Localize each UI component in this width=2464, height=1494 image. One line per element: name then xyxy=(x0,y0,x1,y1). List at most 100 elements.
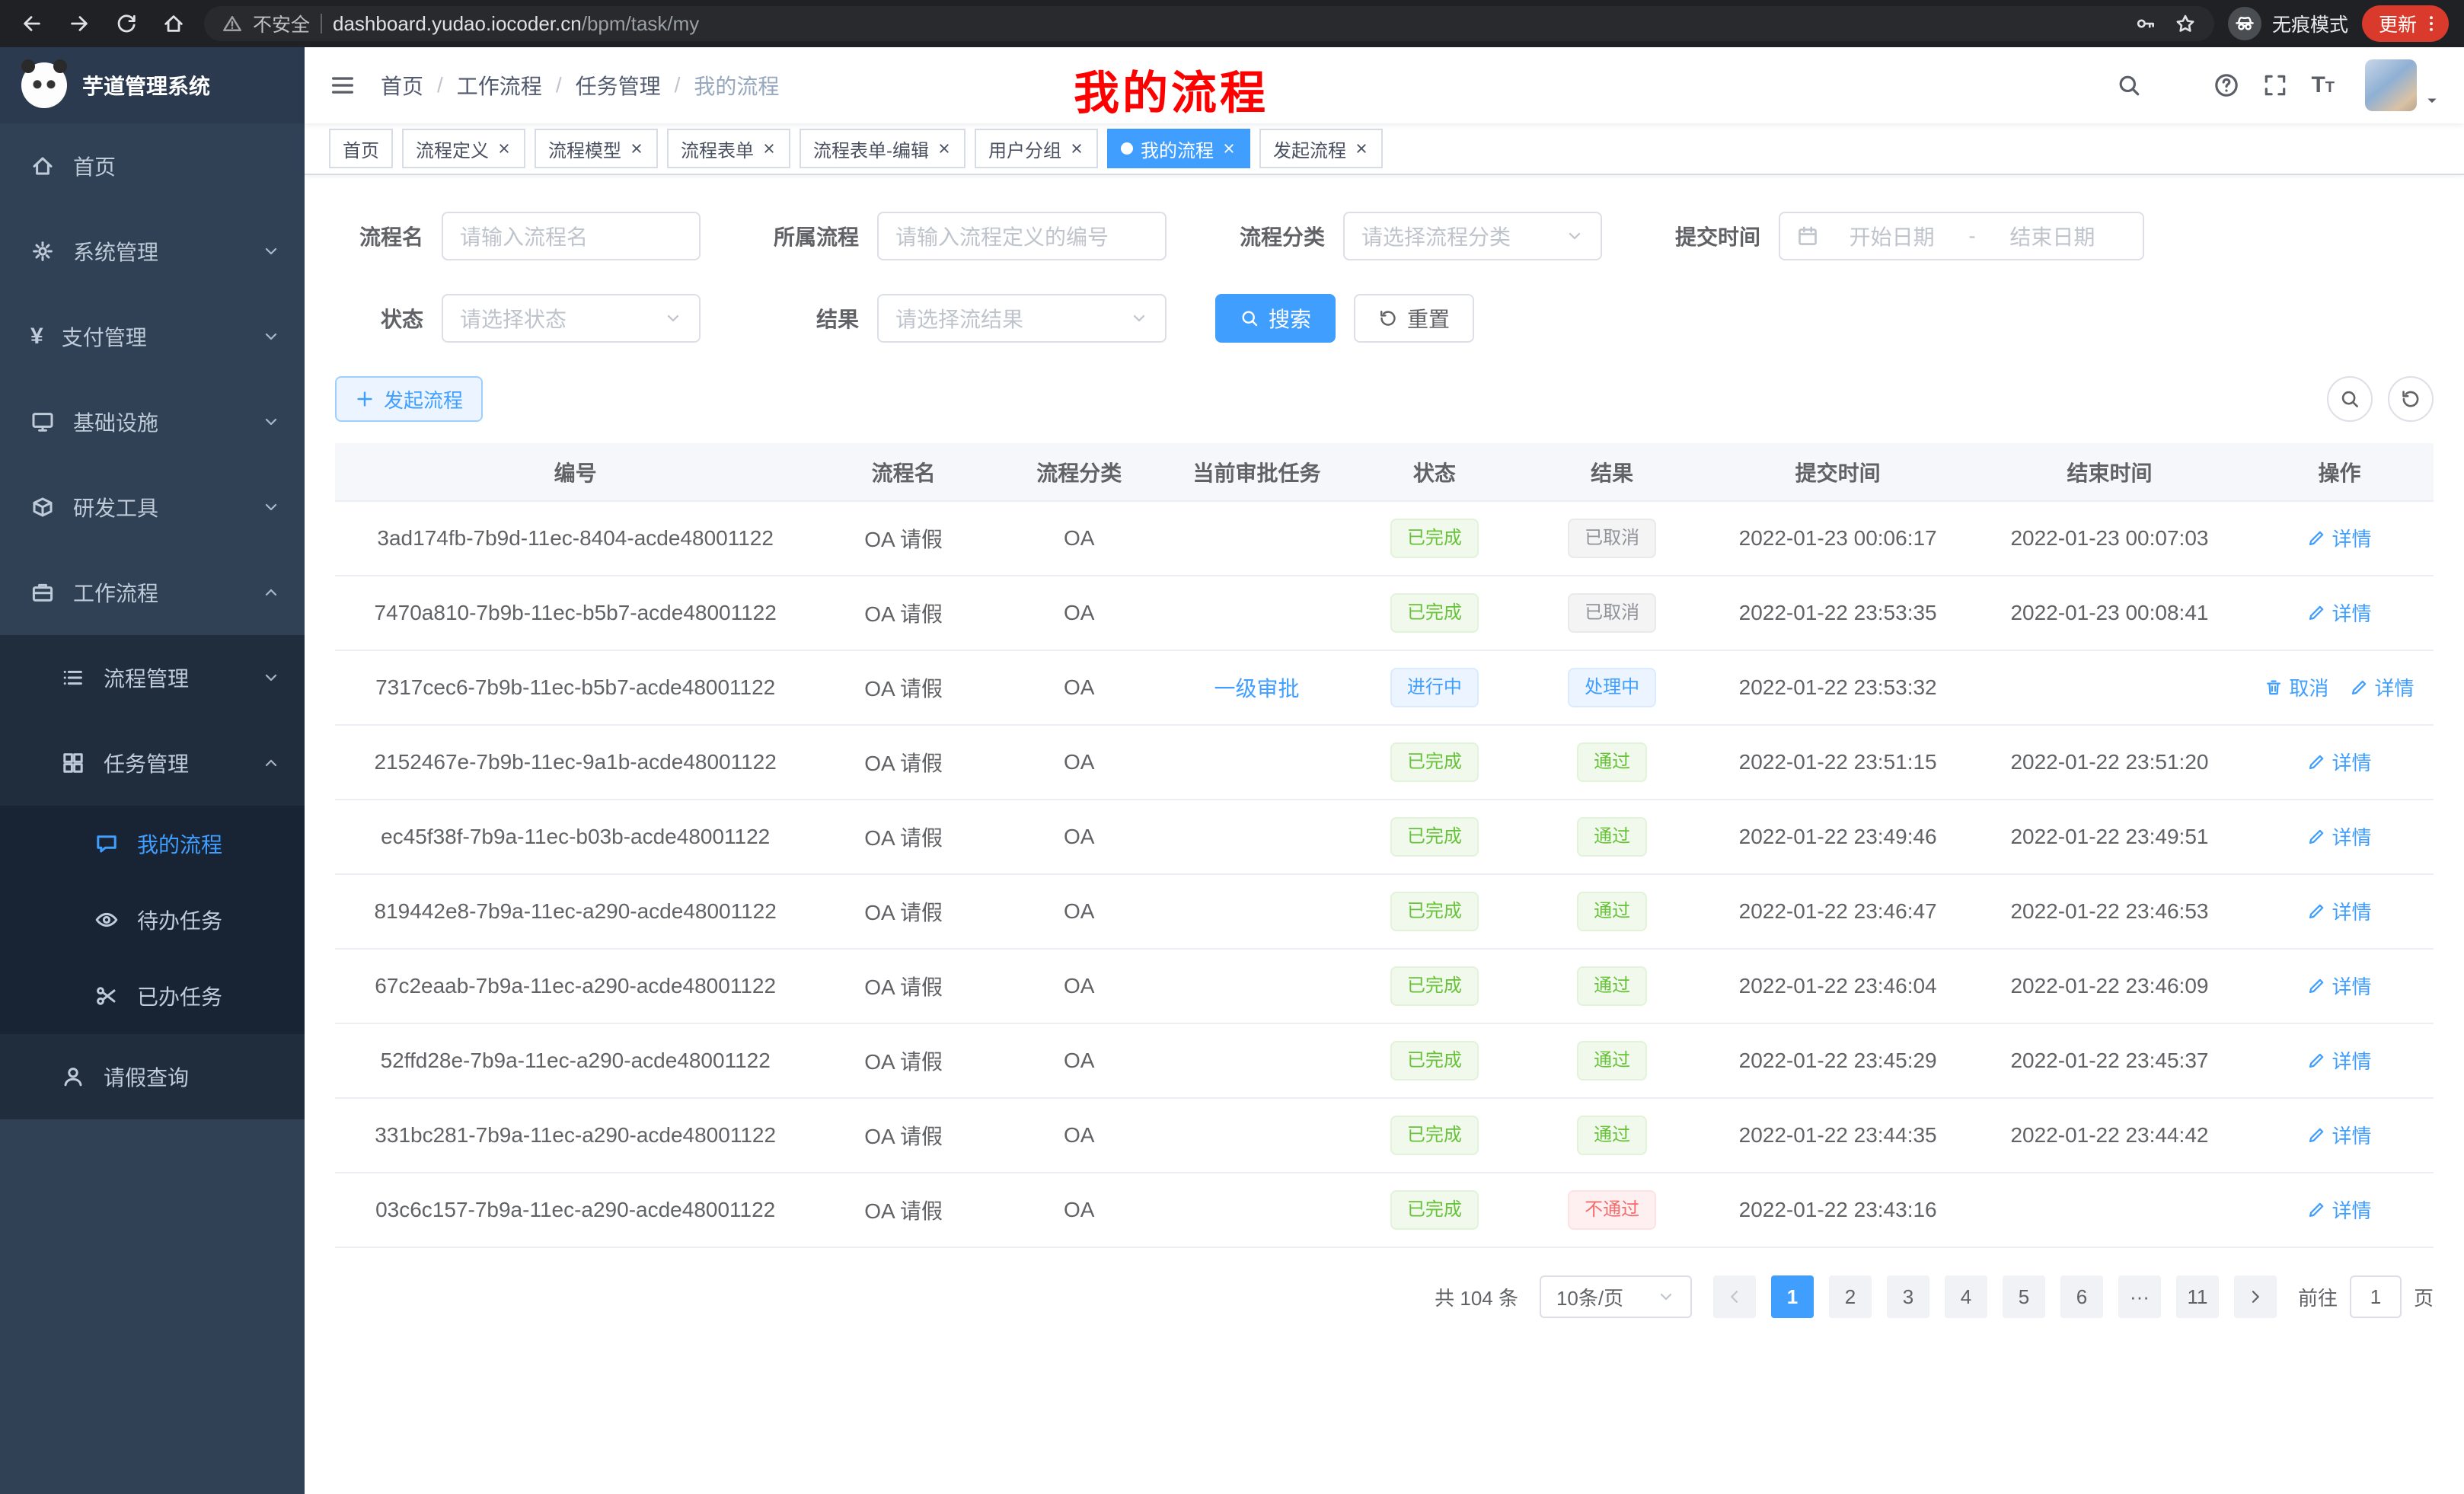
view-tab[interactable]: 流程模型 xyxy=(535,129,658,168)
view-tab[interactable]: 用户分组 xyxy=(975,129,1098,168)
breadcrumb-item[interactable]: 任务管理 xyxy=(576,70,661,101)
page-button[interactable]: 6 xyxy=(2060,1275,2103,1318)
action-detail-link[interactable]: 详情 xyxy=(2307,1196,2371,1224)
action-detail-link[interactable]: 详情 xyxy=(2307,897,2371,925)
forward-icon[interactable] xyxy=(62,7,96,40)
current-task-link[interactable]: 一级审批 xyxy=(1214,677,1300,701)
plus-icon xyxy=(355,389,375,409)
result-tag: 通过 xyxy=(1577,817,1647,857)
refresh-table-button[interactable] xyxy=(2388,376,2434,422)
close-tab-icon[interactable] xyxy=(1069,141,1084,156)
view-tab[interactable]: 流程定义 xyxy=(402,129,525,168)
action-detail-link[interactable]: 详情 xyxy=(2307,748,2371,776)
sidebar-item-label: 支付管理 xyxy=(62,321,147,352)
sidebar-item[interactable]: 系统管理 xyxy=(0,209,305,294)
fullscreen-icon[interactable] xyxy=(2262,72,2288,98)
sidebar-item[interactable]: 待办任务 xyxy=(0,882,305,958)
close-tab-icon[interactable] xyxy=(629,141,644,156)
search-icon[interactable] xyxy=(2116,72,2142,98)
menu-dots-icon[interactable] xyxy=(2421,14,2441,34)
help-icon[interactable] xyxy=(2213,72,2239,98)
sidebar-item[interactable]: 已办任务 xyxy=(0,958,305,1034)
close-tab-icon[interactable] xyxy=(1354,141,1369,156)
page-button[interactable]: 11 xyxy=(2176,1275,2219,1318)
page-size-select[interactable]: 10条/页 xyxy=(1540,1275,1692,1318)
page-button[interactable]: 4 xyxy=(1945,1275,1987,1318)
action-detail-link[interactable]: 详情 xyxy=(2307,599,2371,627)
breadcrumb-item[interactable]: 工作流程 xyxy=(457,70,542,101)
breadcrumb-item[interactable]: 首页 xyxy=(381,70,423,101)
reload-icon[interactable] xyxy=(110,7,143,40)
next-page-button[interactable] xyxy=(2234,1275,2277,1318)
home-icon[interactable] xyxy=(157,7,190,40)
cell-end-time: 2022-01-23 00:08:41 xyxy=(1974,576,2245,650)
range-separator: - xyxy=(1965,224,1978,248)
action-detail-link[interactable]: 详情 xyxy=(2307,1046,2371,1074)
address-bar[interactable]: 不安全 dashboard.yudao.iocoder.cn/bpm/task/… xyxy=(204,6,2214,41)
process-name-input[interactable]: 请输入流程名 xyxy=(442,212,701,260)
app: 芋道管理系统 首页系统管理¥支付管理基础设施研发工具工作流程流程管理任务管理我的… xyxy=(0,47,2464,1494)
page-button[interactable]: 5 xyxy=(2003,1275,2045,1318)
sidebar-item[interactable]: 首页 xyxy=(0,123,305,209)
action-detail-link[interactable]: 详情 xyxy=(2307,524,2371,552)
toggle-search-button[interactable] xyxy=(2327,376,2373,422)
date-range-picker[interactable]: 开始日期 - 结束日期 xyxy=(1779,212,2144,260)
sidebar-item[interactable]: 我的流程 xyxy=(0,806,305,882)
create-process-button[interactable]: 发起流程 xyxy=(335,376,483,422)
status-select[interactable]: 请选择状态 xyxy=(442,294,701,343)
sidebar-item-label: 工作流程 xyxy=(73,577,158,608)
sidebar-item[interactable]: 基础设施 xyxy=(0,379,305,464)
view-tab[interactable]: 流程表单 xyxy=(667,129,790,168)
category-select[interactable]: 请选择流程分类 xyxy=(1343,212,1602,260)
action-cancel-link[interactable]: 取消 xyxy=(2265,673,2328,701)
sidebar-item[interactable]: 研发工具 xyxy=(0,464,305,550)
close-tab-icon[interactable] xyxy=(1221,141,1237,156)
goto-page-input[interactable] xyxy=(2350,1275,2402,1318)
back-icon[interactable] xyxy=(15,7,49,40)
key-icon[interactable] xyxy=(2135,13,2156,34)
cell-category: OA xyxy=(991,1173,1167,1247)
bookmark-star-icon[interactable] xyxy=(2175,13,2196,34)
update-button[interactable]: 更新 xyxy=(2362,5,2449,42)
filter-row-1: 流程名 请输入流程名 所属流程 请输入流程定义的编号 流程分类 xyxy=(335,212,2434,260)
result-select[interactable]: 请选择流结果 xyxy=(877,294,1167,343)
process-id-input[interactable]: 请输入流程定义的编号 xyxy=(877,212,1167,260)
sidebar-item[interactable]: 工作流程 xyxy=(0,550,305,635)
action-detail-link[interactable]: 详情 xyxy=(2307,972,2371,1000)
action-detail-link[interactable]: 详情 xyxy=(2307,822,2371,851)
action-detail-link[interactable]: 详情 xyxy=(2307,1121,2371,1149)
github-icon[interactable] xyxy=(2165,72,2191,98)
close-tab-icon[interactable] xyxy=(761,141,777,156)
field-label: 状态 xyxy=(335,303,423,334)
more-pages-button[interactable]: ··· xyxy=(2118,1275,2161,1318)
result-tag: 通过 xyxy=(1577,742,1647,782)
sidebar-item[interactable]: 请假查询 xyxy=(0,1034,305,1119)
view-tab[interactable]: 发起流程 xyxy=(1259,129,1383,168)
app-logo[interactable]: 芋道管理系统 xyxy=(0,47,305,123)
page-button[interactable]: 3 xyxy=(1887,1275,1929,1318)
view-tab[interactable]: 流程表单-编辑 xyxy=(800,129,965,168)
warning-icon xyxy=(222,14,242,34)
sidebar-item[interactable]: 任务管理 xyxy=(0,720,305,806)
hamburger-icon[interactable] xyxy=(305,47,381,123)
eye-icon xyxy=(94,908,119,932)
sidebar-item[interactable]: ¥支付管理 xyxy=(0,294,305,379)
view-tab[interactable]: 我的流程 xyxy=(1107,129,1250,168)
user-avatar[interactable] xyxy=(2365,59,2440,111)
reset-button[interactable]: 重置 xyxy=(1354,294,1474,343)
logo-image xyxy=(21,62,67,108)
page-button[interactable]: 1 xyxy=(1771,1275,1814,1318)
view-tab[interactable]: 首页 xyxy=(329,129,393,168)
chat-icon xyxy=(94,832,119,856)
close-tab-icon[interactable] xyxy=(496,141,512,156)
reset-button-label: 重置 xyxy=(1407,303,1450,334)
close-tab-icon[interactable] xyxy=(937,141,952,156)
breadcrumb-separator: / xyxy=(556,73,562,97)
sidebar-item[interactable]: 流程管理 xyxy=(0,635,305,720)
font-size-icon[interactable]: TT xyxy=(2311,74,2335,97)
search-button[interactable]: 搜索 xyxy=(1215,294,1336,343)
page-button[interactable]: 2 xyxy=(1829,1275,1872,1318)
action-detail-link[interactable]: 详情 xyxy=(2350,673,2414,701)
app-navbar: 首页/工作流程/任务管理/我的流程 我的流程 TT xyxy=(305,47,2464,123)
prev-page-button[interactable] xyxy=(1713,1275,1756,1318)
